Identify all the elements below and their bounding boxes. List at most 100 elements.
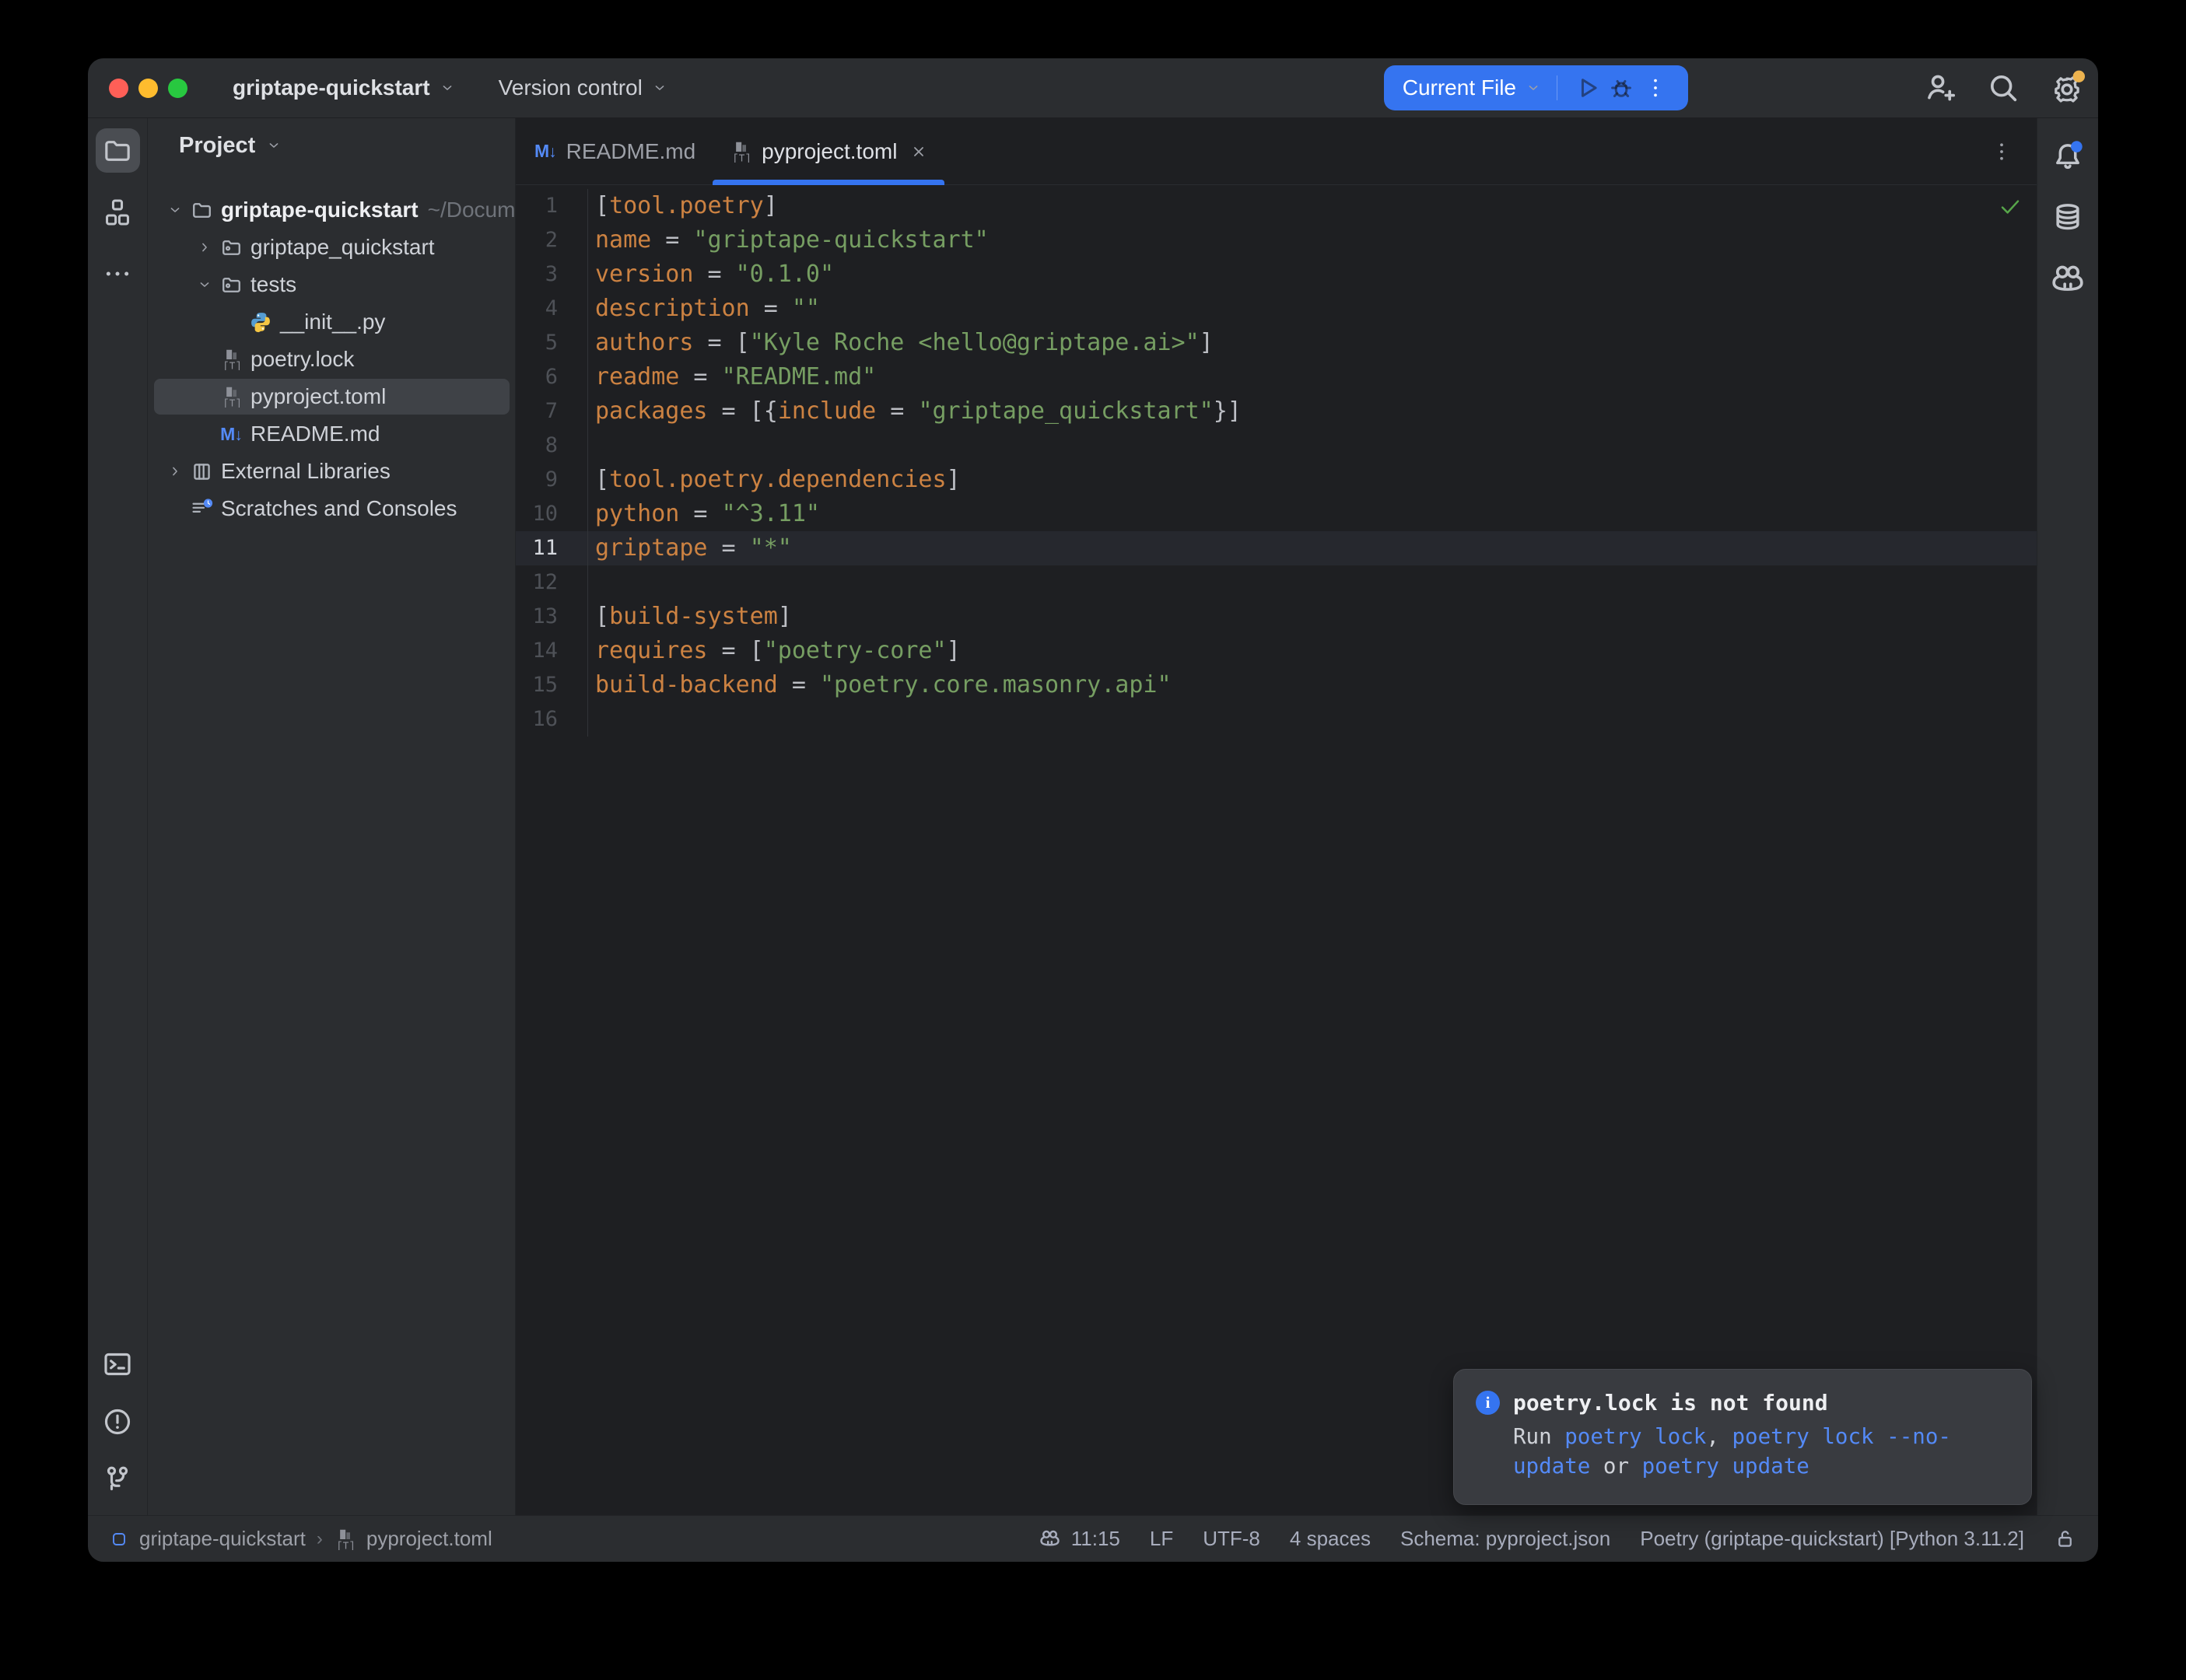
tree-item-label: griptape_quickstart <box>250 235 435 260</box>
notification-title: poetry.lock is not found <box>1513 1390 1828 1416</box>
code-line-5: 5authors = ["Kyle Roche <hello@griptape.… <box>516 326 2037 360</box>
line-number: 12 <box>516 565 587 600</box>
line-number: 1 <box>516 189 587 223</box>
code-text: version = "0.1.0" <box>587 257 2037 292</box>
close-window-button[interactable] <box>109 79 128 98</box>
notifications-bell-button[interactable] <box>2046 134 2090 178</box>
project-panel-header[interactable]: Project <box>148 118 515 173</box>
titlebar-actions <box>1922 70 2085 106</box>
inspection-ok-icon[interactable] <box>1998 194 2023 219</box>
left-tool-stripe <box>88 118 148 1515</box>
settings-gear-button[interactable] <box>2049 70 2085 106</box>
debug-button[interactable] <box>1604 71 1638 105</box>
svg-text:[T]: [T] <box>223 361 242 370</box>
chevron-down-icon[interactable] <box>160 202 190 218</box>
line-number: 11 <box>516 531 587 565</box>
tree-item-tests[interactable]: tests <box>148 266 515 303</box>
chevron-down-icon[interactable] <box>190 277 219 292</box>
line-number: 4 <box>516 292 587 326</box>
code-text: packages = [{include = "griptape_quickst… <box>587 394 2037 429</box>
project-switcher-label: griptape-quickstart <box>233 75 430 100</box>
status-item-interpreter[interactable]: Poetry (griptape-quickstart) [Python 3.1… <box>1640 1527 2024 1551</box>
status-item-line-ending[interactable]: LF <box>1150 1527 1173 1551</box>
status-item-encoding[interactable]: UTF-8 <box>1203 1527 1260 1551</box>
code-text: [tool.poetry.dependencies] <box>587 463 2037 497</box>
folder-icon <box>190 199 213 222</box>
structure-tool-button[interactable] <box>96 190 140 234</box>
tree-item-label: Scratches and Consoles <box>221 496 457 521</box>
toml-file-icon: [T] <box>334 1528 356 1550</box>
terminal-tool-button[interactable] <box>102 1349 133 1380</box>
status-item-clock[interactable]: 11:15 <box>1038 1527 1120 1551</box>
tree-item-label: pyproject.toml <box>250 384 386 409</box>
breadcrumb-file[interactable]: pyproject.toml <box>366 1527 492 1551</box>
project-tool-button[interactable] <box>96 128 140 173</box>
tab-readme[interactable]: M↓ README.md <box>517 118 713 184</box>
svg-text:[T]: [T] <box>733 153 751 163</box>
notification-link-poetry-lock[interactable]: poetry lock <box>1564 1424 1706 1449</box>
status-item-schema[interactable]: Schema: pyproject.json <box>1400 1527 1610 1551</box>
scratches-icon <box>190 498 213 520</box>
tree-item-scratches-and-consoles[interactable]: Scratches and Consoles <box>148 490 515 527</box>
tab-options-button[interactable] <box>1990 140 2013 163</box>
chevron-down-icon <box>440 80 455 96</box>
code-lines: 1[tool.poetry]2name = "griptape-quicksta… <box>516 189 2037 737</box>
toml-file-icon: [T] <box>730 141 751 163</box>
line-number: 13 <box>516 600 587 634</box>
code-line-4: 4description = "" <box>516 292 2037 326</box>
code-text: griptape = "*" <box>587 531 2037 565</box>
code-text: python = "^3.11" <box>587 497 2037 531</box>
code-text <box>587 565 2037 600</box>
git-tool-button[interactable] <box>102 1464 133 1495</box>
code-line-3: 3version = "0.1.0" <box>516 257 2037 292</box>
vcs-widget[interactable]: Version control <box>489 75 667 100</box>
lock-icon[interactable] <box>2054 1528 2076 1550</box>
chevron-right-icon[interactable] <box>190 240 219 255</box>
tree-item-path: ~/Docume <box>428 198 515 222</box>
run-button[interactable] <box>1570 71 1604 105</box>
tree-item-label: tests <box>250 272 296 297</box>
code-text: name = "griptape-quickstart" <box>587 223 2037 257</box>
run-configuration-bar: Current File <box>1384 65 1688 110</box>
ide-window: griptape-quickstart Version control Curr… <box>88 58 2098 1562</box>
notification-link-poetry-update[interactable]: poetry update <box>1642 1454 1809 1479</box>
notification-header: i poetry.lock is not found <box>1476 1390 2009 1416</box>
breadcrumb-project[interactable]: griptape-quickstart <box>139 1527 306 1551</box>
close-tab-button[interactable] <box>910 143 927 160</box>
problems-tool-button[interactable] <box>102 1406 133 1437</box>
more-run-options-button[interactable] <box>1638 71 1673 105</box>
more-tools-button[interactable] <box>96 251 140 296</box>
minimize-window-button[interactable] <box>138 79 158 98</box>
tree-item-init-py[interactable]: __init__.py <box>148 303 515 341</box>
editor-tab-bar: M↓ README.md [T] pyproject.toml <box>516 118 2037 185</box>
tab-pyproject[interactable]: [T] pyproject.toml <box>713 118 944 184</box>
tree-item-external-libraries[interactable]: External Libraries <box>148 453 515 490</box>
run-config-selector[interactable]: Current File <box>1400 75 1544 100</box>
tree-item-griptape-quickstart[interactable]: griptape_quickstart <box>148 229 515 266</box>
code-text: description = "" <box>587 292 2037 326</box>
run-config-label: Current File <box>1403 75 1516 100</box>
add-user-button[interactable] <box>1922 70 1957 106</box>
status-item-indent[interactable]: 4 spaces <box>1290 1527 1371 1551</box>
line-number: 5 <box>516 326 587 360</box>
editor-area[interactable]: 1[tool.poetry]2name = "griptape-quicksta… <box>516 185 2037 1515</box>
toml-file-icon: [T] <box>219 386 243 408</box>
zoom-window-button[interactable] <box>168 79 187 98</box>
tree-item-pyproject-toml[interactable]: [T] pyproject.toml <box>148 378 515 415</box>
chevron-down-icon <box>652 80 667 96</box>
chevron-down-icon <box>266 138 282 153</box>
tree-item-label: __init__.py <box>280 310 385 334</box>
editor-column: M↓ README.md [T] pyproject.toml 1[tool.p… <box>516 118 2037 1515</box>
ai-status-icon <box>1038 1527 1062 1551</box>
library-icon <box>190 460 213 483</box>
tree-item-readme-md[interactable]: M↓README.md <box>148 415 515 453</box>
tab-label: README.md <box>566 139 695 164</box>
ai-assistant-button[interactable] <box>2046 257 2090 301</box>
database-tool-button[interactable] <box>2046 195 2090 240</box>
tree-item-poetry-lock[interactable]: [T]poetry.lock <box>148 341 515 378</box>
project-switcher[interactable]: griptape-quickstart <box>233 75 455 100</box>
line-number: 9 <box>516 463 587 497</box>
tree-item-griptape-quickstart[interactable]: griptape-quickstart~/Docume <box>148 191 515 229</box>
chevron-right-icon[interactable] <box>160 464 190 479</box>
search-everywhere-button[interactable] <box>1985 70 2021 106</box>
